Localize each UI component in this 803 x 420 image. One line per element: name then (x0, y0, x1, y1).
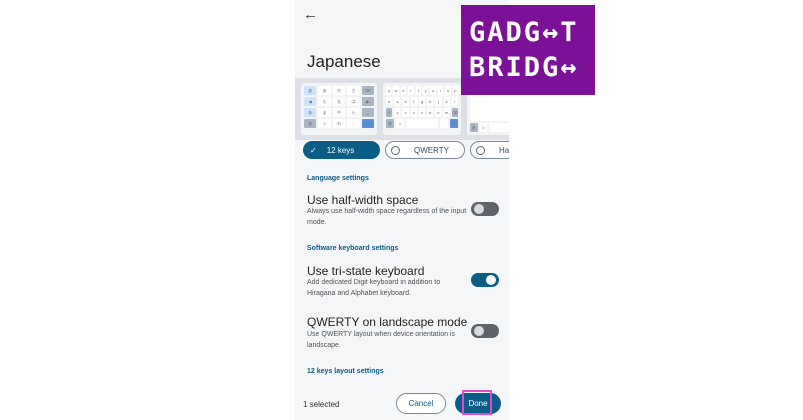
setting-desc-qwerty-landscape: Use QWERTY layout when device orientatio… (307, 331, 455, 349)
cancel-button[interactable]: Cancel (396, 393, 446, 414)
chip-12-keys[interactable]: ✓ 12 keys (303, 141, 380, 159)
toggle-thumb (486, 275, 496, 285)
chip-label: 12 keys (326, 145, 355, 155)
keyboard-preview-qwerty[interactable]: qwertyuiop asdfghjkl ⇧ z x c v b n m ⌫ あ ☺. ↵ (383, 83, 461, 135)
logo-line-1: GADG↔T (469, 17, 579, 48)
chip-handwriting[interactable]: Handw (470, 141, 509, 159)
chip-label: QWERTY (414, 145, 449, 155)
gadget-bridge-logo: GADG↔T BRIDG↔ (461, 5, 595, 95)
keyboard-preview-12-keys[interactable]: ああかさ ⌫ ◀ たなは ▶ あまやら ␣ あ ☺ わ、 ↵ (301, 83, 377, 135)
setting-title-tri-state: Use tri-state keyboard (307, 264, 425, 278)
setting-title-half-width: Use half-width space (307, 193, 419, 207)
chip-qwerty[interactable]: QWERTY (385, 141, 465, 159)
arrow-back-icon: ← (303, 6, 318, 23)
selected-count: 1 selected (303, 400, 340, 409)
section-header-12-keys-layout: 12 keys layout settings (307, 368, 384, 375)
setting-title-qwerty-landscape: QWERTY on landscape mode (307, 315, 468, 329)
toggle-qwerty-landscape[interactable] (471, 324, 499, 338)
setting-desc-half-width: Always use half-width space regardless o… (307, 208, 467, 226)
chip-label: Handw (499, 145, 509, 155)
done-button-highlight (462, 390, 492, 415)
layout-chip-group: ✓ 12 keys QWERTY Handw (303, 141, 509, 159)
radio-icon (391, 145, 400, 155)
section-header-language: Language settings (307, 175, 369, 182)
check-icon: ✓ (310, 145, 317, 155)
stage: ← Japanese ああかさ ⌫ ◀ たなは ▶ あまやら ␣ あ ☺ わ、 ↵ qwert… (0, 0, 803, 420)
toggle-half-width[interactable] (471, 202, 499, 216)
section-header-software-keyboard: Software keyboard settings (307, 245, 399, 252)
setting-desc-tri-state: Add dedicated Digit keyboard in addition… (307, 279, 441, 297)
page-title: Japanese (307, 52, 381, 71)
back-button[interactable]: ← (303, 6, 321, 24)
logo-line-2: BRIDG↔ (469, 52, 579, 83)
radio-icon (476, 145, 485, 155)
toggle-thumb (474, 326, 484, 336)
toggle-thumb (474, 204, 484, 214)
toggle-tri-state[interactable] (471, 273, 499, 287)
